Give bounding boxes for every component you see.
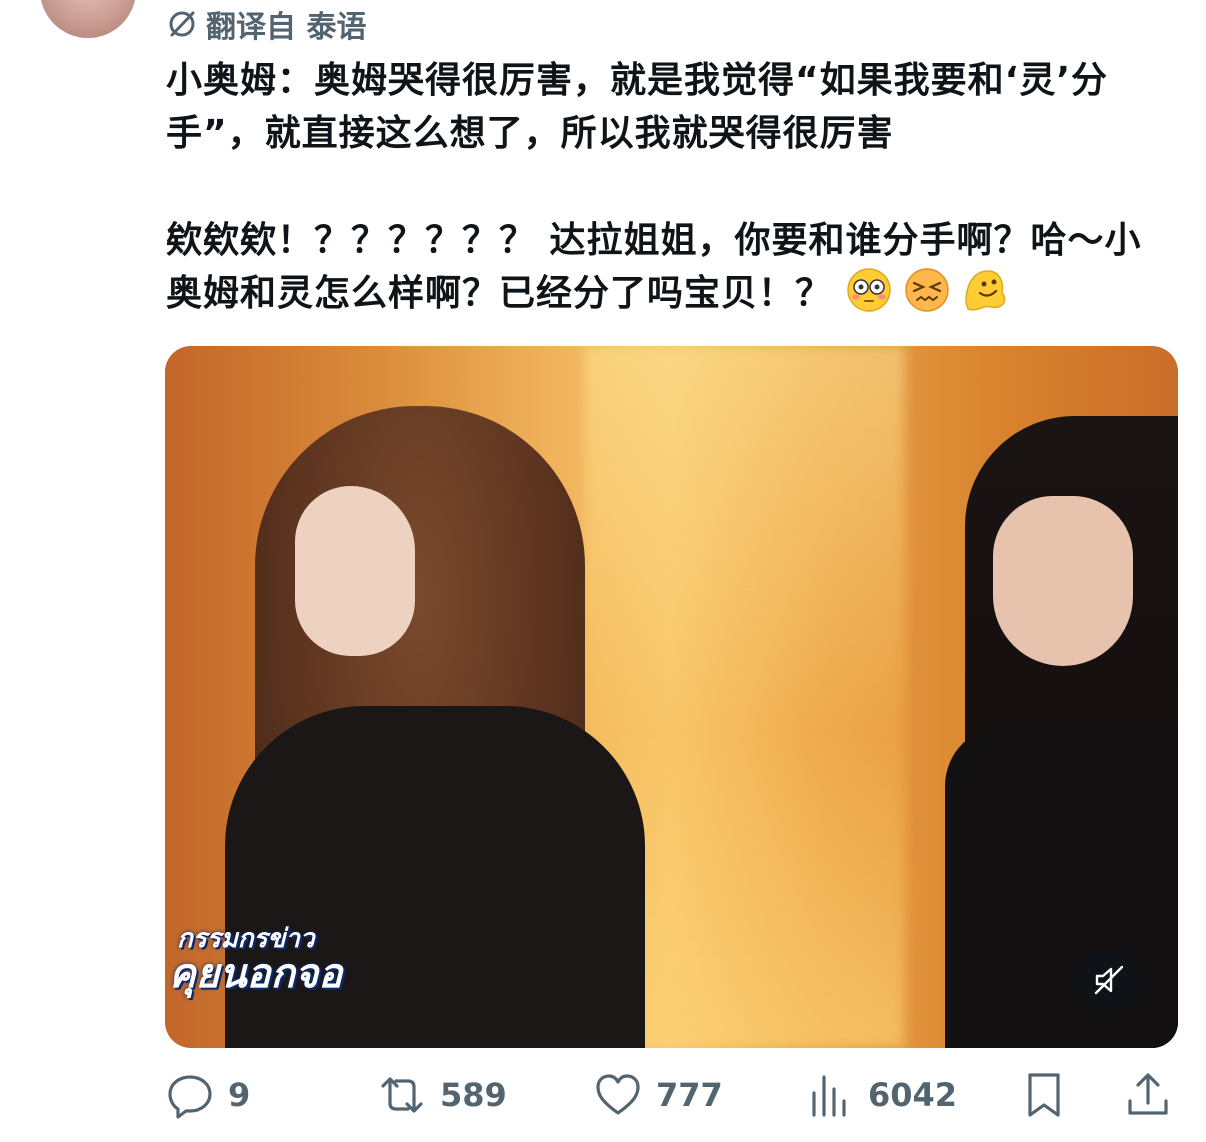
like-button[interactable]: 777	[594, 1065, 723, 1125]
caption-line-1: กรรมกรข่าว	[177, 924, 315, 954]
reply-count: 9	[228, 1076, 251, 1114]
person-left-face	[295, 486, 415, 656]
views-count: 6042	[868, 1076, 958, 1114]
unmute-button[interactable]	[1077, 948, 1141, 1012]
bookmark-icon	[1028, 1073, 1060, 1117]
confounded-face-emoji-icon	[904, 268, 949, 312]
person-right-body	[945, 726, 1178, 1048]
bookmark-button[interactable]	[1020, 1065, 1068, 1125]
tweet-detail: 翻译自 泰语 小奥姆：奥姆哭得很厉害，就是我觉得“如果我要和‘灵’分手”，就直接…	[0, 0, 1206, 1142]
melting-face-emoji-icon	[964, 270, 1005, 311]
video-caption: กรรมกรข่าว คุยนอกจอ	[169, 926, 342, 994]
translate-icon	[169, 11, 195, 37]
video-player[interactable]: กรรมกรข่าว คุยนอกจอ	[165, 346, 1178, 1048]
heart-icon	[596, 1074, 640, 1115]
reply-button[interactable]: 9	[166, 1065, 250, 1125]
person-right-face	[993, 496, 1133, 666]
like-count: 777	[656, 1076, 723, 1114]
translation-notice[interactable]: 翻译自 泰语	[166, 6, 366, 45]
reply-icon	[168, 1075, 212, 1119]
views-button[interactable]: 6042	[806, 1065, 957, 1125]
repost-count: 589	[440, 1076, 507, 1114]
repost-button[interactable]: 589	[378, 1065, 507, 1125]
views-chart-icon	[812, 1075, 846, 1117]
tweet-text-paragraph-1: 小奥姆：奥姆哭得很厉害，就是我觉得“如果我要和‘灵’分手”，就直接这么想了，所以…	[166, 60, 1109, 154]
action-bar: 9 589 777 6042	[0, 1065, 1206, 1125]
tweet-text-paragraph-2: 欸欸欸！？？？？？？ 达拉姐姐，你要和谁分手啊？哈～小奥姆和灵怎么样啊？已经分了…	[166, 214, 1176, 320]
flushed-face-emoji-icon	[846, 268, 891, 312]
repost-icon	[381, 1077, 423, 1113]
translated-from-label: 翻译自 泰语	[206, 10, 367, 45]
share-button[interactable]	[1124, 1065, 1172, 1125]
avatar[interactable]	[40, 0, 136, 38]
muted-speaker-icon	[1094, 965, 1124, 995]
share-icon	[1128, 1073, 1168, 1115]
caption-line-2: คุยนอกจอ	[169, 951, 343, 997]
